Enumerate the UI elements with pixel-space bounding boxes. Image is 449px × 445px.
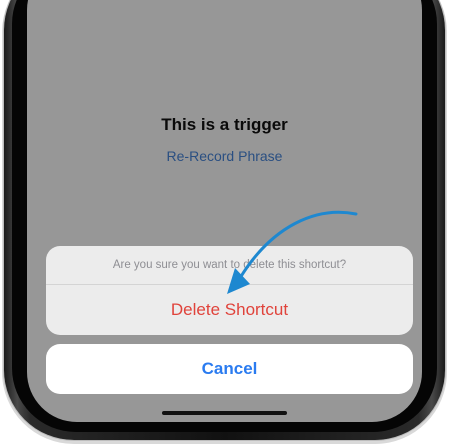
- cancel-button[interactable]: Cancel: [46, 344, 413, 394]
- action-sheet-message: Are you sure you want to delete this sho…: [46, 246, 413, 285]
- rerecord-phrase-link[interactable]: Re-Record Phrase: [27, 148, 422, 164]
- action-sheet: Are you sure you want to delete this sho…: [46, 246, 413, 335]
- delete-shortcut-button[interactable]: Delete Shortcut: [46, 285, 413, 335]
- page-title: This is a trigger: [161, 115, 288, 134]
- home-indicator: [162, 411, 287, 415]
- phone-screen: This is a trigger Re-Record Phrase Are y…: [27, 0, 422, 422]
